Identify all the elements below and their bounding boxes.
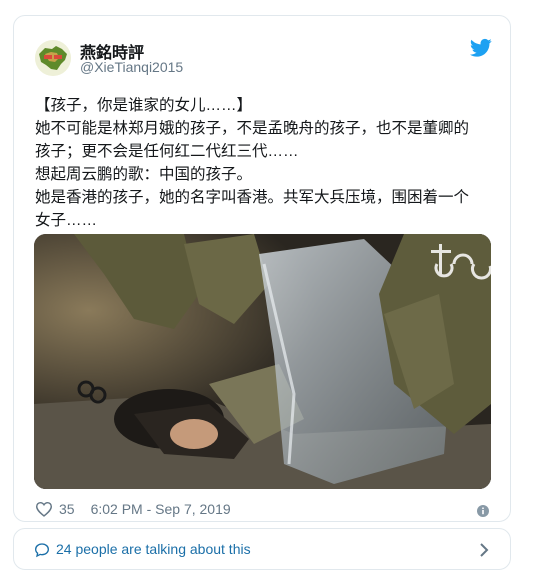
conversation-label[interactable]: 24 people are talking about this bbox=[56, 541, 251, 557]
twitter-bird-icon[interactable] bbox=[470, 38, 492, 58]
chevron-right-icon[interactable] bbox=[479, 542, 489, 558]
embedded-tweet-card: 燕銘時評 @XieTianqi2015 【孩子，你是谁家的女儿……】 她不可能是… bbox=[13, 15, 511, 522]
heart-icon[interactable] bbox=[35, 501, 53, 517]
tweet-text: 【孩子，你是谁家的女儿……】 她不可能是林郑月娥的孩子，不是孟晚舟的孩子，也不是… bbox=[35, 94, 495, 232]
tweet-text-line: 女子…… bbox=[35, 212, 98, 229]
tweet-text-line: 孩子；更不会是任何红二代红三代…… bbox=[35, 143, 299, 160]
speech-bubble-icon bbox=[34, 543, 50, 558]
tweet-media-image[interactable] bbox=[34, 234, 491, 489]
tweet-timestamp[interactable]: 6:02 PM - Sep 7, 2019 bbox=[91, 501, 231, 517]
tweet-text-line: 她不可能是林郑月娥的孩子，不是孟晚舟的孩子，也不是董卿的 bbox=[35, 120, 470, 137]
conversation-link[interactable]: 24 people are talking about this bbox=[13, 528, 511, 570]
tweet-text-line: 【孩子，你是谁家的女儿……】 bbox=[35, 97, 253, 114]
tweet-text-line: 想起周云鹏的歌：中国的孩子。 bbox=[35, 166, 253, 183]
avatar-map-image bbox=[35, 40, 71, 76]
author-avatar[interactable] bbox=[35, 40, 71, 76]
like-count[interactable]: 35 bbox=[59, 501, 75, 517]
info-icon[interactable] bbox=[477, 505, 489, 517]
tweet-text-line: 她是香港的孩子，她的名字叫香港。共军大兵压境，围困着一个 bbox=[35, 189, 470, 206]
tweet-meta: 35 6:02 PM - Sep 7, 2019 bbox=[35, 501, 231, 517]
author-handle[interactable]: @XieTianqi2015 bbox=[80, 59, 183, 75]
media-photo bbox=[34, 234, 491, 489]
